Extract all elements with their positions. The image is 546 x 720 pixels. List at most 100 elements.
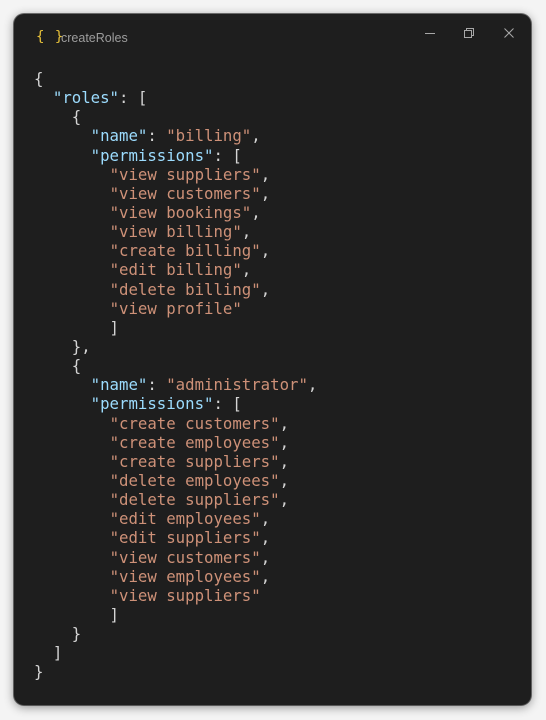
json-punctuation (34, 433, 110, 452)
json-punctuation (34, 586, 110, 605)
json-punctuation: , (241, 222, 252, 242)
json-punctuation (34, 452, 110, 471)
minimize-button[interactable] (419, 22, 441, 44)
json-punctuation (34, 394, 91, 413)
json-punctuation: { (34, 356, 82, 376)
json-punctuation: , (279, 470, 290, 490)
json-punctuation (34, 490, 110, 509)
code-line: "edit employees", (34, 509, 317, 528)
code-line: }, (34, 337, 317, 356)
json-punctuation: : [ (119, 88, 148, 108)
code-line: "view employees", (34, 567, 317, 586)
json-punctuation: : (147, 126, 167, 146)
json-punctuation (34, 203, 110, 222)
json-punctuation (34, 165, 110, 184)
code-line: "edit suppliers", (34, 528, 317, 547)
code-line: "create employees", (34, 433, 317, 452)
code-line: "view profile" (34, 299, 317, 318)
code-line: "delete billing", (34, 280, 317, 299)
title-bar[interactable]: { } createRoles (14, 14, 531, 58)
json-punctuation: , (251, 202, 261, 222)
json-punctuation (34, 126, 91, 145)
restore-icon (464, 28, 474, 38)
json-punctuation (34, 375, 91, 394)
code-line: "create customers", (34, 414, 317, 433)
restore-button[interactable] (458, 22, 480, 44)
json-key: "permissions" (90, 145, 214, 165)
json-punctuation (34, 280, 110, 299)
json-punctuation: } (34, 624, 82, 644)
minimize-icon (425, 33, 435, 34)
json-punctuation: } (34, 662, 44, 682)
json-string: "view profile" (109, 298, 242, 318)
json-punctuation: , (260, 547, 271, 567)
code-line: "view billing", (34, 222, 317, 241)
json-punctuation (34, 509, 110, 528)
json-key: "name" (90, 126, 148, 146)
json-punctuation (34, 299, 110, 318)
json-string: "view bookings" (109, 202, 252, 222)
json-code-block: { "roles": [ { "name": "billing", "permi… (34, 69, 317, 682)
json-punctuation: { (34, 69, 44, 88)
json-punctuation (34, 260, 110, 279)
code-line: "edit billing", (34, 260, 317, 279)
code-line: "create suppliers", (34, 452, 317, 471)
json-punctuation: , (279, 490, 290, 510)
code-line: "view suppliers", (34, 165, 317, 184)
json-string: "delete billing" (109, 279, 261, 299)
json-punctuation: , (251, 126, 261, 146)
json-punctuation: , (307, 375, 318, 395)
json-string: "view customers" (109, 183, 261, 203)
json-punctuation: , (241, 260, 252, 280)
json-string: "create suppliers" (109, 451, 280, 471)
json-string: "view suppliers" (109, 585, 261, 605)
json-key: "name" (90, 375, 148, 395)
json-punctuation: ] (34, 604, 120, 624)
json-punctuation: : [ (213, 145, 242, 165)
json-punctuation: , (260, 566, 271, 586)
json-punctuation: , (260, 241, 271, 261)
json-key: "permissions" (90, 394, 214, 414)
json-punctuation (34, 414, 110, 433)
json-punctuation (34, 528, 110, 547)
code-line: } (34, 624, 317, 643)
json-punctuation (34, 146, 91, 165)
json-string: "view suppliers" (109, 164, 261, 184)
json-punctuation (34, 184, 110, 203)
json-string: "delete employees" (109, 470, 280, 490)
json-string: "edit suppliers" (109, 528, 261, 548)
json-string: "create billing" (109, 241, 261, 261)
json-punctuation (34, 88, 53, 107)
code-line: "view customers", (34, 184, 317, 203)
code-line: } (34, 662, 317, 681)
json-string: "delete suppliers" (109, 490, 280, 510)
code-line: { (34, 356, 317, 375)
code-line: "create billing", (34, 241, 317, 260)
editor-window: { } createRoles { "roles": [ { "name": "… (14, 14, 531, 705)
json-punctuation: , (260, 509, 271, 529)
code-line: ] (34, 643, 317, 662)
json-punctuation: , (260, 183, 271, 203)
json-string: "view billing" (109, 222, 242, 242)
json-string: "view customers" (109, 547, 261, 567)
json-key: "roles" (52, 88, 120, 108)
close-button[interactable] (498, 22, 520, 44)
json-punctuation: , (260, 279, 271, 299)
code-line: "view suppliers" (34, 586, 317, 605)
json-punctuation (34, 567, 110, 586)
json-punctuation: , (279, 413, 290, 433)
json-string: "edit billing" (109, 260, 242, 280)
code-line: "view customers", (34, 548, 317, 567)
window-title: createRoles (61, 31, 128, 45)
json-punctuation: , (260, 164, 271, 184)
json-string: "edit employees" (109, 509, 261, 529)
json-punctuation (34, 548, 110, 567)
json-string: "view employees" (109, 566, 261, 586)
json-punctuation (34, 471, 110, 490)
code-line: ] (34, 318, 317, 337)
code-line: ] (34, 605, 317, 624)
json-punctuation: , (279, 432, 290, 452)
json-punctuation: : [ (213, 394, 242, 414)
json-string: "create employees" (109, 432, 280, 452)
json-punctuation: ] (34, 317, 120, 337)
